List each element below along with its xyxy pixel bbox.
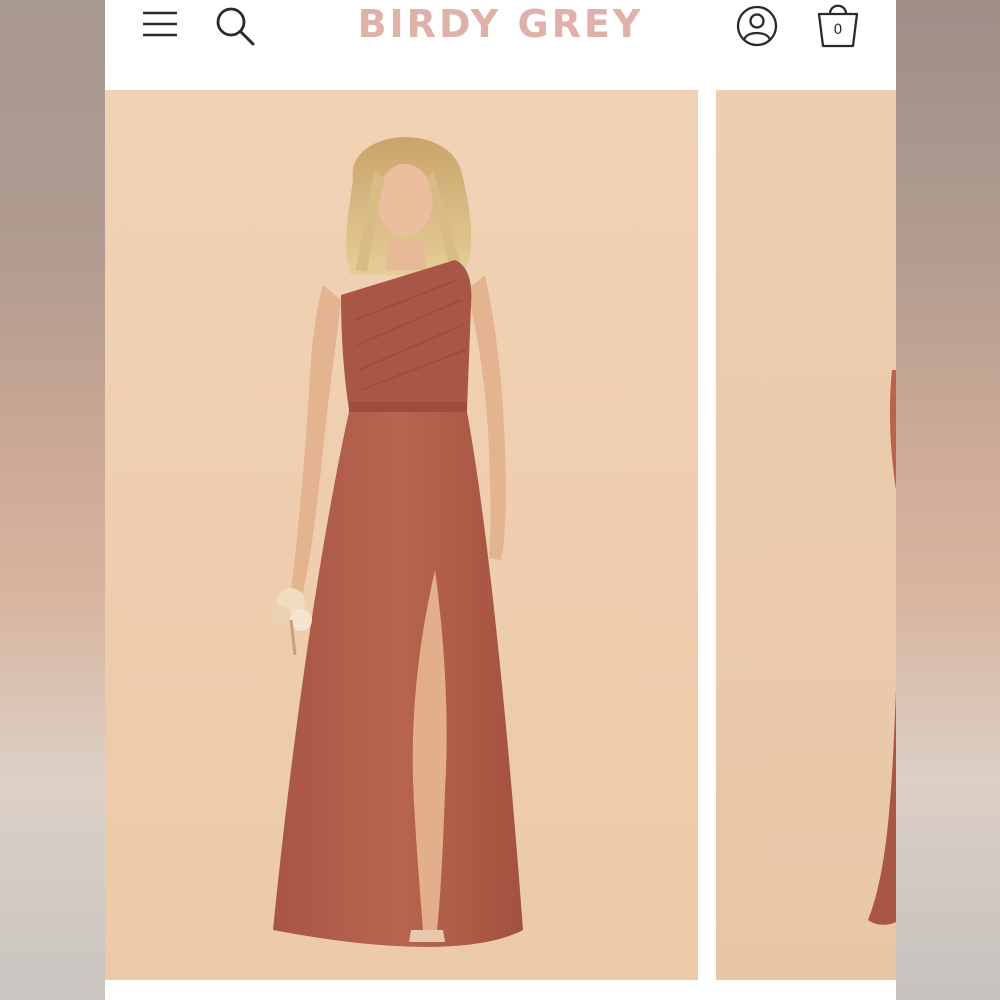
product-photo-next[interactable] [716, 90, 896, 980]
product-photo-front[interactable] [105, 90, 698, 980]
menu-icon[interactable] [141, 9, 181, 41]
search-icon[interactable] [213, 4, 257, 48]
phone-screen: BIRDY GREY 0 [105, 0, 896, 1000]
cart-count: 0 [833, 22, 843, 38]
product-image-carousel[interactable] [105, 90, 896, 980]
account-icon[interactable] [735, 4, 779, 48]
site-header: BIRDY GREY 0 [105, 0, 896, 90]
background-blur-left [0, 0, 105, 1000]
shopping-bag-icon[interactable]: 0 [813, 0, 863, 50]
brand-logo[interactable]: BIRDY GREY [305, 2, 696, 46]
background-blur-right [896, 0, 1000, 1000]
